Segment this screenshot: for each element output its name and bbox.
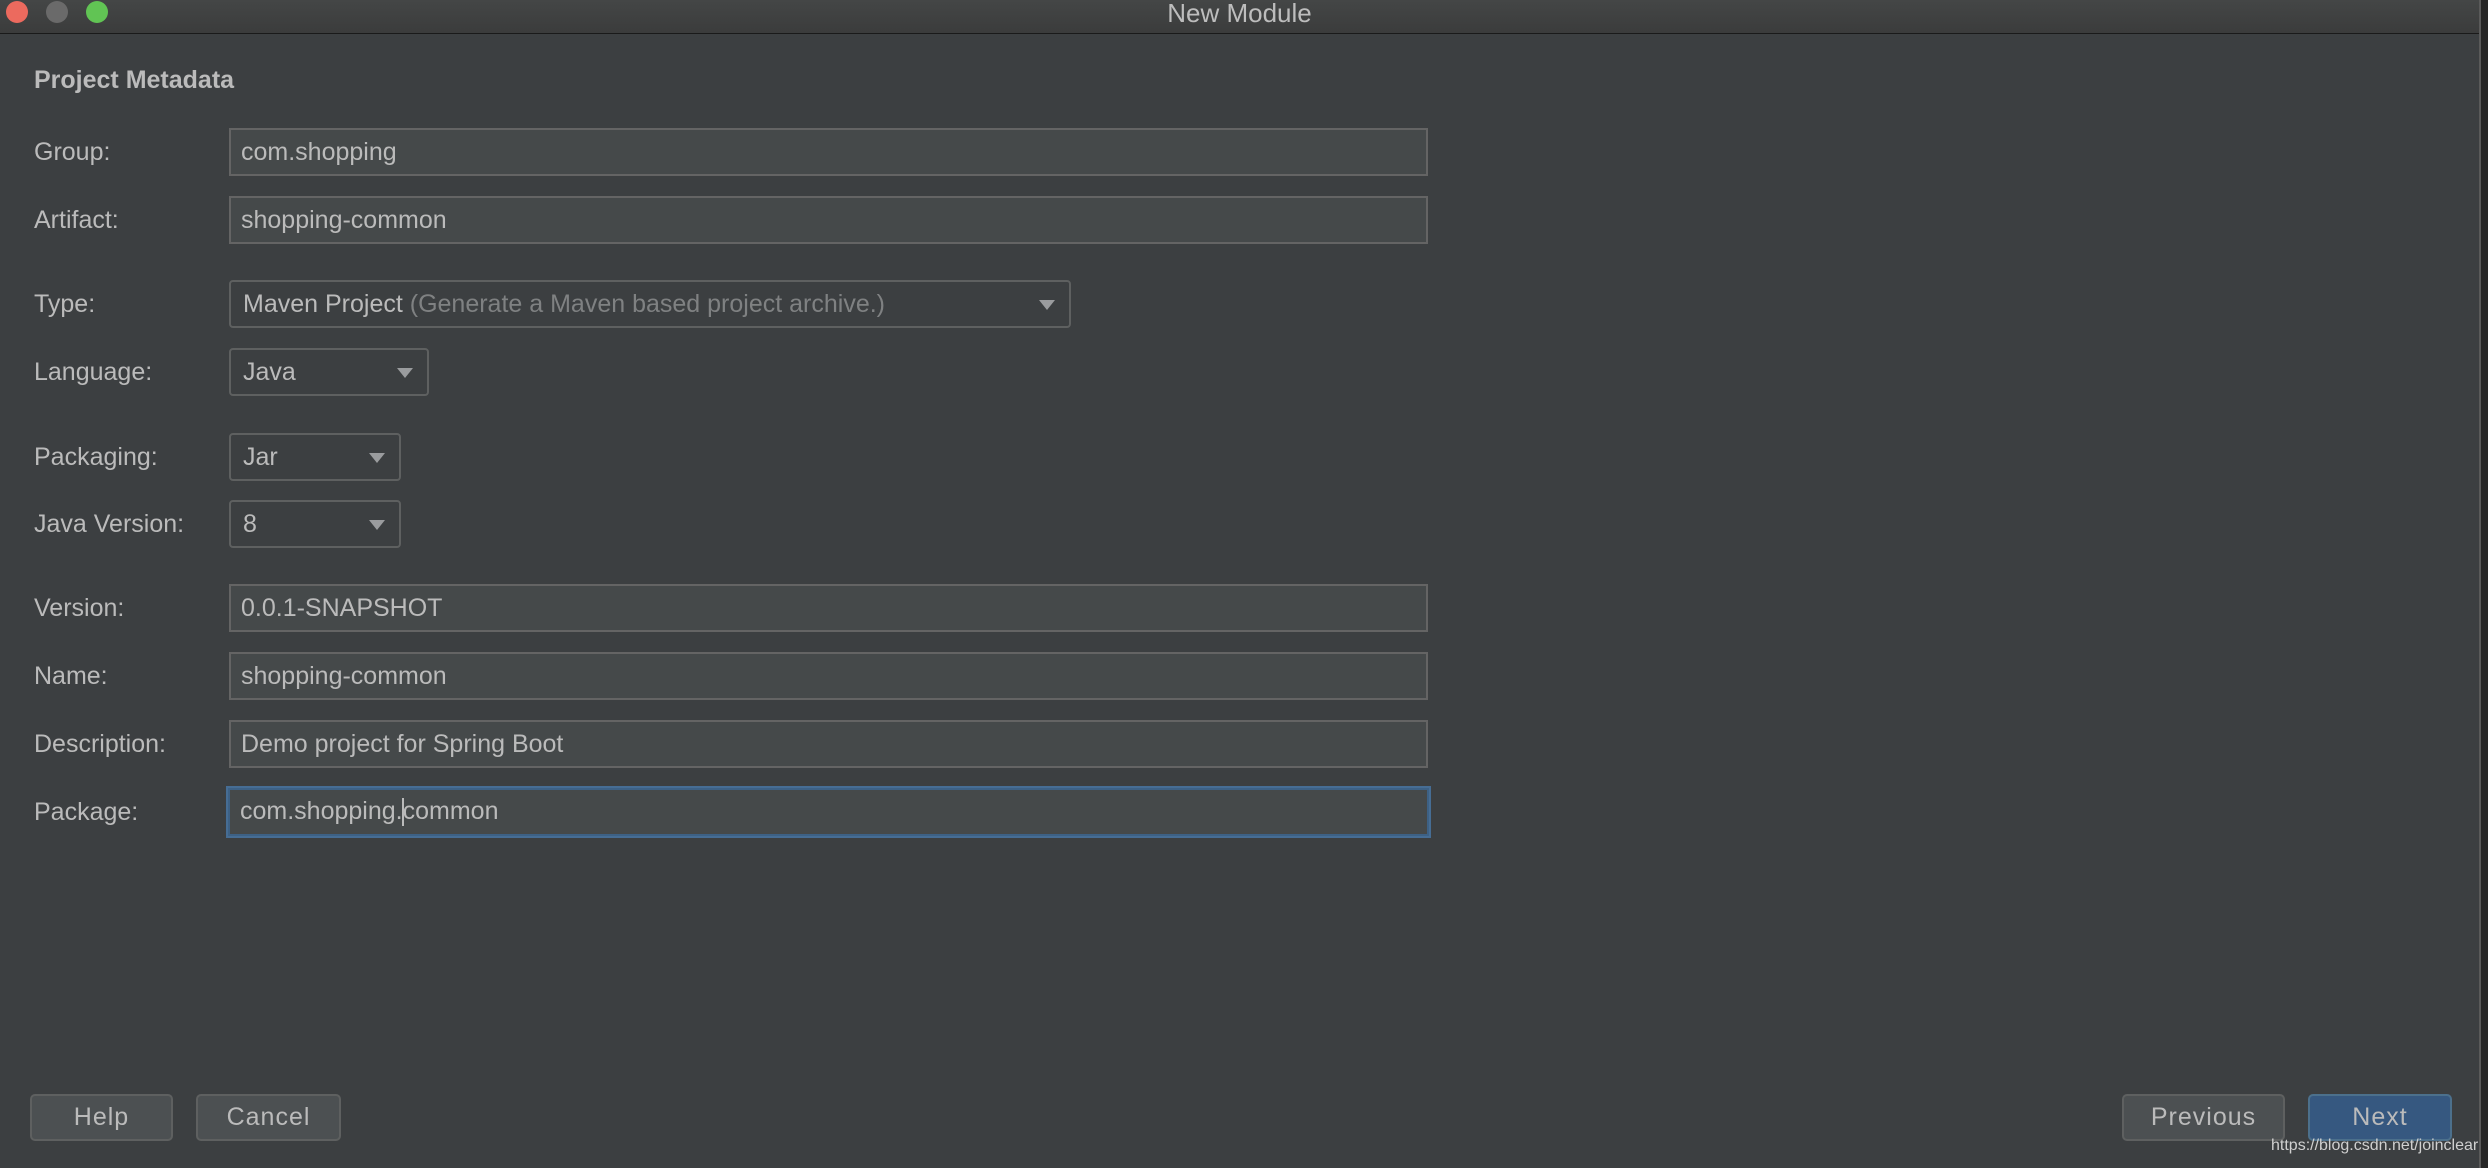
package-text-before-caret: com.shopping. [240, 797, 403, 825]
chevron-down-icon [1039, 300, 1055, 310]
packaging-value: Jar [243, 443, 278, 471]
artifact-input[interactable]: shopping-common [229, 196, 1428, 244]
next-button[interactable]: Next [2308, 1094, 2452, 1141]
help-button[interactable]: Help [30, 1094, 173, 1141]
version-input[interactable]: 0.0.1-SNAPSHOT [229, 584, 1428, 632]
description-input[interactable]: Demo project for Spring Boot [229, 720, 1428, 768]
chevron-down-icon [369, 520, 385, 530]
package-text-after-caret: common [402, 797, 499, 825]
group-input[interactable]: com.shopping [229, 128, 1428, 176]
title-bar: New Module [0, 0, 2479, 34]
window-title: New Module [1167, 0, 1312, 28]
language-label: Language: [34, 358, 153, 386]
packaging-dropdown[interactable]: Jar [229, 433, 401, 481]
watermark-text: https://blog.csdn.net/joinclear [2271, 1137, 2479, 1154]
java-version-label: Java Version: [34, 510, 185, 538]
language-value: Java [243, 358, 296, 386]
cancel-button[interactable]: Cancel [196, 1094, 341, 1141]
previous-button[interactable]: Previous [2122, 1094, 2285, 1141]
java-version-dropdown[interactable]: 8 [229, 500, 401, 548]
packaging-label: Packaging: [34, 443, 158, 471]
package-label: Package: [34, 798, 139, 826]
name-input[interactable]: shopping-common [229, 652, 1428, 700]
type-hint: (Generate a Maven based project archive.… [409, 290, 885, 318]
name-label: Name: [34, 662, 108, 690]
language-dropdown[interactable]: Java [229, 348, 429, 396]
package-input[interactable]: com.shopping.common [226, 786, 1431, 838]
section-title: Project Metadata [34, 66, 235, 94]
group-label: Group: [34, 138, 111, 166]
version-label: Version: [34, 594, 125, 622]
new-module-dialog: New Module Project Metadata Group: com.s… [0, 0, 2481, 1168]
artifact-label: Artifact: [34, 206, 119, 234]
description-label: Description: [34, 730, 166, 758]
java-version-value: 8 [243, 510, 257, 538]
type-value: Maven Project [243, 290, 403, 318]
type-label: Type: [34, 290, 96, 318]
chevron-down-icon [397, 368, 413, 378]
chevron-down-icon [369, 453, 385, 463]
type-dropdown[interactable]: Maven Project (Generate a Maven based pr… [229, 280, 1071, 328]
